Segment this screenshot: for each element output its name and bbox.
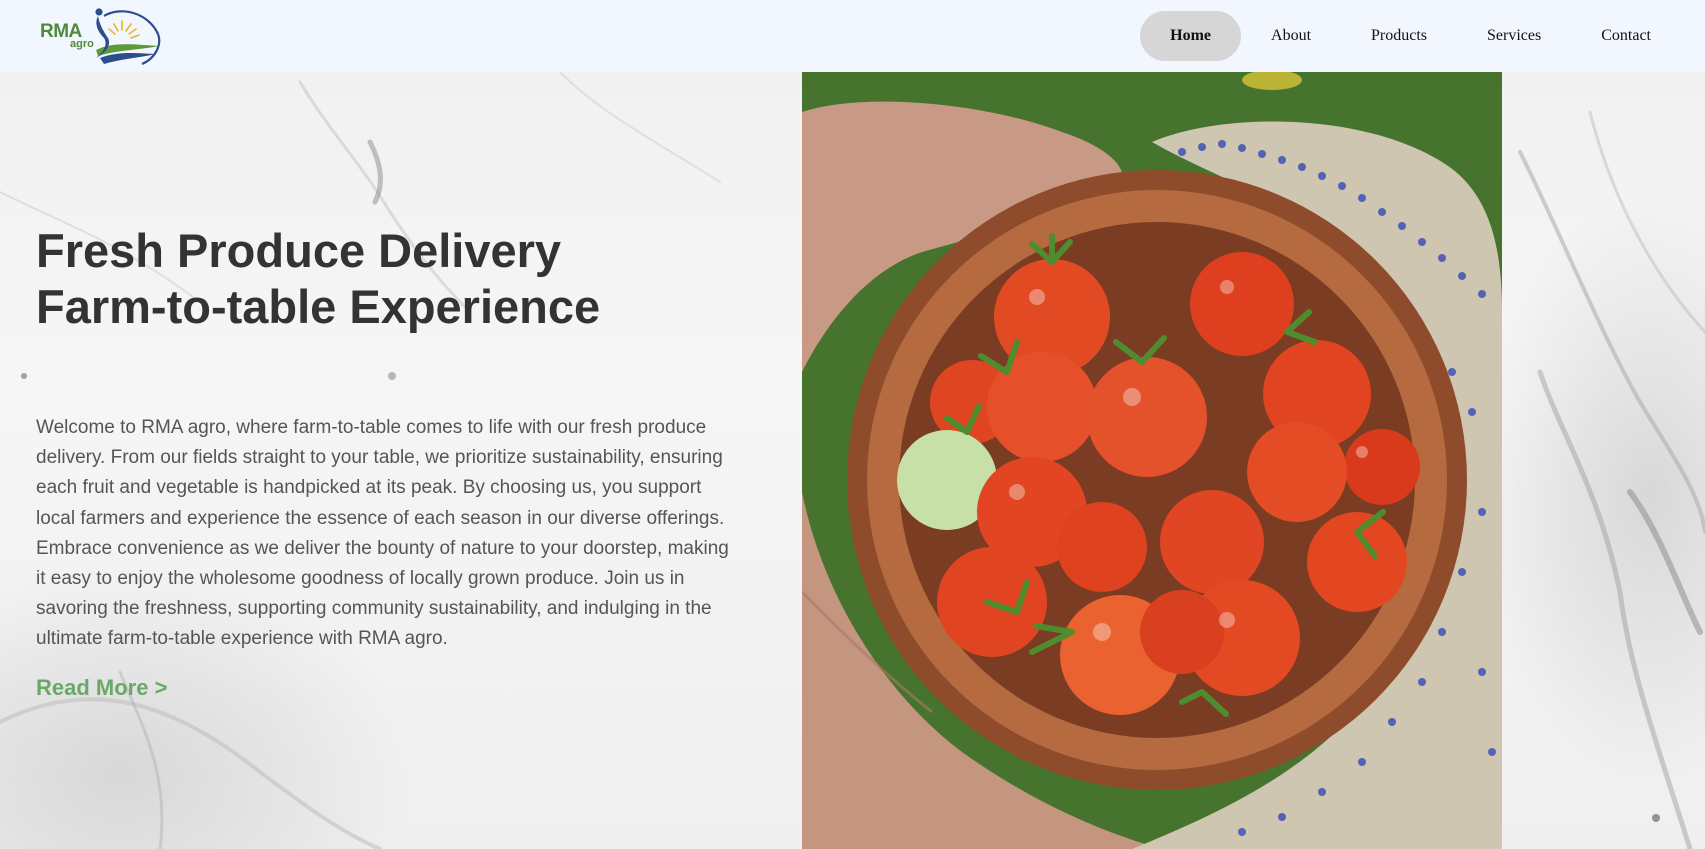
hero-section: Fresh Produce Delivery Farm-to-table Exp… — [36, 223, 736, 701]
nav-item-products[interactable]: Products — [1341, 11, 1457, 61]
logo-sub-text: agro — [70, 38, 94, 50]
hero-photo — [802, 72, 1502, 849]
nav-item-services[interactable]: Services — [1457, 11, 1571, 61]
read-more-link[interactable]: Read More > — [36, 675, 167, 701]
hero-body-text: Welcome to RMA agro, where farm-to-table… — [36, 417, 729, 650]
hero-title-line-2: Farm-to-table Experience — [36, 280, 601, 333]
main-nav: Home About Products Services Contact — [1140, 11, 1681, 61]
nav-item-home[interactable]: Home — [1140, 11, 1242, 61]
site-header: RMA agro Home About Products Services Co… — [0, 0, 1705, 72]
tomato-bowl-image — [802, 72, 1502, 849]
hero-title: Fresh Produce Delivery Farm-to-table Exp… — [36, 223, 736, 335]
hero-title-line-1: Fresh Produce Delivery — [36, 224, 562, 277]
nav-item-contact[interactable]: Contact — [1571, 11, 1681, 61]
brand-logo[interactable]: RMA agro — [38, 4, 164, 68]
nav-item-about[interactable]: About — [1241, 11, 1341, 61]
